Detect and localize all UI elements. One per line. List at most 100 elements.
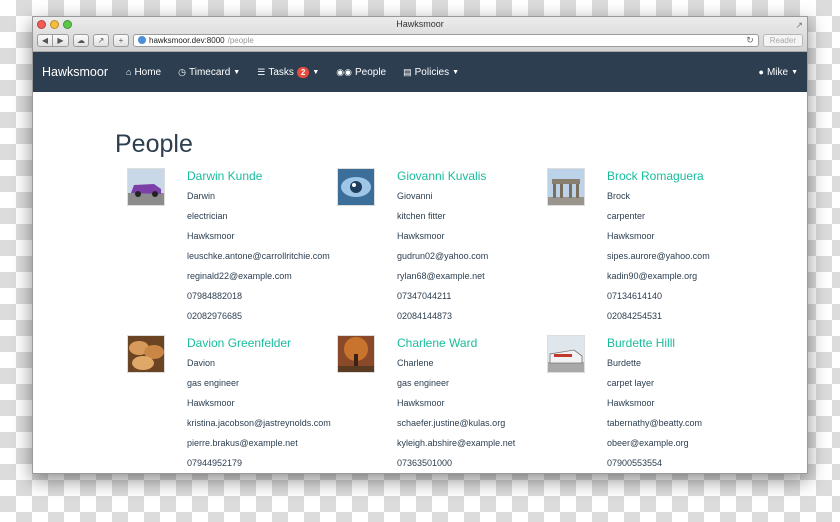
person-first-name: Darwin [187, 191, 216, 201]
person-email-alt: rylan68@example.net [397, 271, 485, 281]
person-email: leuschke.antone@carrollritchie.com [187, 251, 330, 261]
address-bar[interactable]: hawksmoor.dev:8000/people ↻ [133, 33, 759, 47]
person-job: gas engineer [187, 378, 240, 388]
back-button[interactable]: ◀ [37, 33, 53, 47]
person-job: electrician [187, 211, 228, 221]
person-name-link[interactable]: Giovanni Kuvalis [397, 168, 488, 184]
reload-icon[interactable]: ↻ [746, 35, 754, 46]
person-job: carpenter [607, 211, 646, 221]
person-email-alt: pierre.brakus@example.net [187, 438, 298, 448]
share-button[interactable]: ↗ [93, 33, 109, 47]
browser-toolbar: ◀ ▶ ☁ ↗ + hawksmoor.dev:8000/people ↻ Re… [37, 33, 803, 47]
person-mobile: 07347044211 [397, 291, 452, 301]
person-name-link[interactable]: Burdette Hilll [607, 335, 702, 351]
car-photo-icon [128, 169, 164, 205]
new-tab-button[interactable]: + [113, 33, 129, 47]
globe-icon [138, 36, 146, 44]
person-mobile: 07134614140 [607, 291, 663, 301]
window-title: Hawksmoor [396, 19, 444, 29]
person-first-name: Davion [187, 358, 216, 368]
person-info: Burdette Hilll Burdette carpet layer Haw… [607, 335, 702, 473]
person-company: Hawksmoor [397, 231, 445, 241]
reader-button[interactable]: Reader [762, 33, 803, 47]
caret-down-icon: ▼ [233, 68, 241, 76]
eye-photo-icon [338, 169, 374, 205]
nav-item-timecard[interactable]: ◷ Timecard ▼ [178, 67, 240, 78]
person-mobile: 07363501000 [397, 458, 453, 468]
person-first-name: Brock [607, 191, 631, 201]
person-company: Hawksmoor [187, 231, 235, 241]
nav-item-tasks[interactable]: ☰ Tasks 2 ▼ [257, 66, 320, 78]
forward-button[interactable]: ▶ [53, 33, 69, 47]
icloud-tabs-button[interactable]: ☁ [73, 33, 89, 47]
list-icon: ☰ [257, 66, 266, 77]
person-first-name: Giovanni [397, 191, 433, 201]
cloud-icon: ☁ [77, 35, 85, 45]
app-navbar: Hawksmoor ⌂ Home ◷ Timecard ▼ ☰ Tasks 2 … [33, 52, 807, 92]
person-email: sipes.aurore@yahoo.com [607, 251, 710, 261]
home-icon: ⌂ [126, 67, 132, 77]
nav-item-people[interactable]: ◉◉ People [336, 67, 386, 78]
nav-item-label: People [354, 66, 387, 78]
person-thumbnail[interactable] [547, 335, 585, 373]
person-email-alt: obeer@example.org [607, 438, 689, 448]
person-name-link[interactable]: Brock Romaguera [607, 168, 710, 184]
caret-down-icon: ▼ [791, 68, 798, 76]
url-host: hawksmoor.dev:8000 [149, 35, 225, 45]
fullscreen-icon[interactable]: ↗ [795, 20, 803, 31]
caret-down-icon: ▼ [312, 68, 320, 76]
tree-photo-icon [338, 336, 374, 372]
person-info: Charlene Ward Charlene gas engineer Hawk… [397, 335, 515, 473]
user-name: Mike [766, 66, 789, 78]
person-phone: 02084144873 [397, 311, 453, 321]
history-buttons: ◀ ▶ [37, 33, 69, 47]
person-company: Hawksmoor [607, 398, 655, 408]
person-job: gas engineer [397, 378, 450, 388]
nav-item-label: Home [134, 66, 162, 78]
person-thumbnail[interactable] [547, 168, 585, 206]
tasks-count-badge: 2 [296, 66, 310, 78]
person-company: Hawksmoor [187, 398, 235, 408]
browser-window: Hawksmoor ↗ ◀ ▶ ☁ ↗ + hawksmoor.dev:8000… [32, 16, 808, 474]
back-arrow-icon: ◀ [41, 35, 49, 45]
forward-arrow-icon: ▶ [57, 35, 64, 45]
users-icon: ◉◉ [336, 66, 352, 77]
person-company: Hawksmoor [397, 398, 445, 408]
page-title: People [115, 130, 193, 158]
person-first-name: Charlene [397, 358, 434, 368]
person-mobile: 07900553554 [607, 458, 663, 468]
person-info: Brock Romaguera Brock carpenter Hawksmoo… [607, 168, 710, 326]
person-phone: 02082976685 [187, 311, 243, 321]
person-job: kitchen fitter [397, 211, 446, 221]
navbar-brand[interactable]: Hawksmoor [42, 65, 108, 79]
title-bar: Hawksmoor ↗ ◀ ▶ ☁ ↗ + hawksmoor.dev:8000… [33, 17, 807, 52]
train-photo-icon [548, 336, 584, 372]
nav-item-label: Timecard [188, 66, 231, 78]
nav-item-home[interactable]: ⌂ Home [126, 67, 161, 78]
person-thumbnail[interactable] [337, 335, 375, 373]
person-phone: 02084254531 [607, 311, 663, 321]
share-icon: ↗ [97, 35, 105, 45]
file-icon: ▤ [403, 66, 412, 77]
main-content: People Darwin Kunde Darwin electrician H… [33, 92, 807, 473]
person-info: Darwin Kunde Darwin electrician Hawksmoo… [187, 168, 330, 326]
url-path: /people [227, 35, 254, 45]
gate-photo-icon [548, 169, 584, 205]
person-email-alt: kadin90@example.org [607, 271, 698, 281]
person-mobile: 07944952179 [187, 458, 243, 468]
person-thumbnail[interactable] [127, 335, 165, 373]
person-company: Hawksmoor [607, 231, 655, 241]
person-name-link[interactable]: Charlene Ward [397, 335, 515, 351]
user-menu[interactable]: ● Mike ▼ [759, 52, 799, 92]
person-thumbnail[interactable] [127, 168, 165, 206]
person-name-link[interactable]: Davion Greenfelder [187, 335, 331, 351]
person-email: schaefer.justine@kulas.org [397, 418, 506, 428]
clock-icon: ◷ [178, 66, 186, 77]
person-name-link[interactable]: Darwin Kunde [187, 168, 330, 184]
person-first-name: Burdette [607, 358, 642, 368]
nav-item-policies[interactable]: ▤ Policies ▼ [403, 67, 459, 78]
person-thumbnail[interactable] [337, 168, 375, 206]
person-mobile: 07984882018 [187, 291, 243, 301]
person-email-alt: reginald22@example.com [187, 271, 292, 281]
bread-photo-icon [128, 336, 164, 372]
